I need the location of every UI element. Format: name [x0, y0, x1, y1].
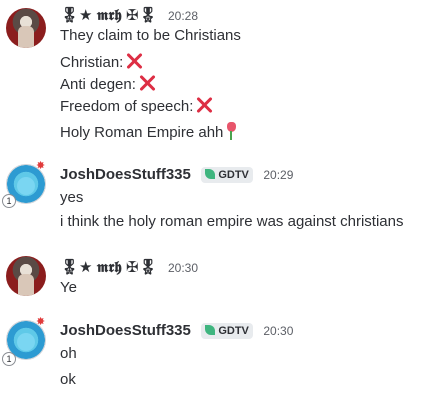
message-header: 🎖★ 𝖒𝖗𝖍 ✠🎖 20:30 [60, 258, 198, 278]
message-line: Ye [60, 279, 77, 296]
username[interactable]: 🎖★ 𝖒𝖗𝖍 ✠🎖 [60, 259, 158, 276]
message-line: They claim to be Christians [60, 27, 241, 44]
message-text: Freedom of speech: [60, 96, 213, 117]
server-tag[interactable]: GDTV [201, 167, 253, 183]
message-text: oh [60, 344, 77, 364]
tulip-icon[interactable] [225, 122, 237, 140]
message-text: Christian: [60, 52, 143, 73]
cross-mark-icon[interactable] [138, 74, 156, 92]
avatar[interactable] [6, 256, 46, 296]
anger-icon: ✸ [36, 316, 46, 328]
message-group-4: ✸ 1 JoshDoesStuff335 GDTV 20:30 oh ok [0, 314, 424, 403]
username[interactable]: 🎖★ 𝖒𝖗𝖍 ✠🎖 [60, 7, 158, 24]
server-tag-label: GDTV [218, 169, 249, 181]
avatar-badge: 1 [2, 194, 16, 208]
message-line: oh [60, 345, 77, 362]
message-text: Ye [60, 278, 77, 298]
message-text: i think the holy roman empire was agains… [60, 212, 404, 232]
cross-mark-icon[interactable] [125, 52, 143, 70]
anger-icon: ✸ [36, 160, 46, 172]
message-header: JoshDoesStuff335 GDTV 20:29 [60, 166, 293, 186]
message-text: Anti degen: [60, 74, 156, 95]
cross-mark-icon[interactable] [195, 96, 213, 114]
username[interactable]: JoshDoesStuff335 [60, 322, 191, 339]
leaf-icon [205, 325, 216, 335]
timestamp[interactable]: 20:30 [263, 324, 293, 338]
message-text: Holy Roman Empire ahh [60, 122, 237, 143]
avatar-badge: 1 [2, 352, 16, 366]
message-line: i think the holy roman empire was agains… [60, 213, 404, 230]
server-tag[interactable]: GDTV [201, 323, 253, 339]
timestamp[interactable]: 20:28 [168, 9, 198, 23]
username[interactable]: JoshDoesStuff335 [60, 166, 191, 183]
message-header: 🎖★ 𝖒𝖗𝖍 ✠🎖 20:28 [60, 6, 198, 26]
message-text: yes [60, 188, 83, 208]
timestamp[interactable]: 20:29 [263, 168, 293, 182]
message-group-2: ✸ 1 JoshDoesStuff335 GDTV 20:29 yes i th… [0, 158, 424, 238]
timestamp[interactable]: 20:30 [168, 261, 198, 275]
message-line: ok [60, 371, 76, 388]
message-text: They claim to be Christians [60, 26, 241, 46]
message-text: ok [60, 370, 76, 390]
message-line: Christian: [60, 54, 124, 71]
message-line: Anti degen: [60, 76, 136, 93]
message-line: Freedom of speech: [60, 98, 194, 115]
server-tag-label: GDTV [218, 325, 249, 337]
leaf-icon [205, 169, 216, 179]
message-line: yes [60, 189, 84, 206]
message-group-1: 🎖★ 𝖒𝖗𝖍 ✠🎖 20:28 They claim to be Christi… [0, 0, 424, 150]
message-header: JoshDoesStuff335 GDTV 20:30 [60, 322, 293, 342]
message-line: Holy Roman Empire ahh [60, 124, 224, 141]
avatar[interactable] [6, 8, 46, 48]
message-group-3: 🎖★ 𝖒𝖗𝖍 ✠🎖 20:30 Ye [0, 250, 424, 300]
